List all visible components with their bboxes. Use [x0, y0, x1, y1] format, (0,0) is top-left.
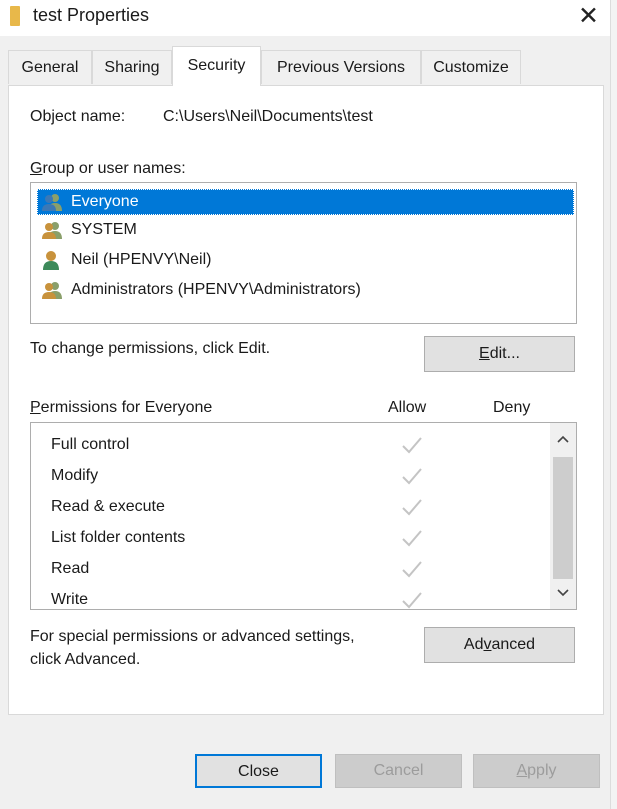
special-permissions-hint-line2: click Advanced.: [30, 651, 141, 668]
deny-column-header: Deny: [493, 399, 531, 416]
background-window-edge: [610, 0, 617, 809]
object-name-value: C:\Users\Neil\Documents\test: [163, 108, 373, 125]
permission-name: Modify: [51, 467, 99, 484]
list-item[interactable]: Everyone: [37, 189, 574, 215]
permissions-listbox[interactable]: Full control Modify Read & execute List …: [30, 422, 577, 610]
chevron-down-icon[interactable]: [556, 585, 570, 599]
check-icon: [402, 561, 422, 578]
permission-row: Read & execute: [51, 493, 551, 523]
user-name: SYSTEM: [71, 221, 137, 238]
users-group-icon: [42, 194, 62, 211]
window-title: test Properties: [33, 5, 150, 25]
tab-general[interactable]: General: [8, 50, 92, 84]
permission-row: Read: [51, 555, 551, 585]
list-item[interactable]: Neil (HPENVY\Neil): [37, 247, 574, 273]
user-name: Administrators (HPENVY\Administrators): [71, 281, 361, 298]
special-permissions-hint: For special permissions or advanced sett…: [30, 628, 355, 645]
check-icon: [402, 468, 422, 485]
user-icon: [43, 251, 59, 270]
list-item[interactable]: SYSTEM: [37, 217, 574, 243]
permission-name: Full control: [51, 436, 130, 453]
advanced-button[interactable]: Advanced: [424, 627, 575, 663]
change-permissions-hint: To change permissions, click Edit.: [30, 340, 271, 357]
close-button[interactable]: Close: [195, 754, 322, 788]
users-group-icon: [42, 222, 62, 239]
object-name-label: Object name:: [30, 108, 126, 125]
permission-name: Write: [51, 591, 89, 608]
permission-row: Write: [51, 586, 551, 609]
permissions-scrollbar[interactable]: [550, 423, 576, 609]
permission-row: Full control: [51, 431, 551, 461]
tab-sharing[interactable]: Sharing: [92, 50, 172, 84]
users-group-icon: [42, 282, 62, 299]
tab-security[interactable]: Security: [172, 46, 261, 86]
check-icon: [402, 592, 422, 609]
permission-row: List folder contents: [51, 524, 551, 554]
check-icon: [402, 437, 422, 454]
folder-icon: [10, 6, 20, 26]
user-name: Everyone: [71, 193, 139, 210]
tab-previous-versions[interactable]: Previous Versions: [261, 50, 421, 84]
group-or-user-names-label: Group or user names:: [30, 160, 186, 177]
check-icon: [402, 499, 422, 516]
permission-name: Read & execute: [51, 498, 165, 515]
cancel-button[interactable]: Cancel: [335, 754, 462, 788]
scrollbar-thumb[interactable]: [553, 457, 573, 579]
user-name: Neil (HPENVY\Neil): [71, 251, 212, 268]
chevron-up-icon[interactable]: [556, 433, 570, 447]
close-icon[interactable]: ✕: [578, 1, 599, 31]
tab-customize[interactable]: Customize: [421, 50, 521, 84]
group-user-listbox[interactable]: Everyone SYSTEM Neil (HPENVY\Neil) Admin…: [30, 182, 577, 324]
check-icon: [402, 530, 422, 547]
permission-name: List folder contents: [51, 529, 186, 546]
apply-button[interactable]: Apply: [473, 754, 600, 788]
edit-button[interactable]: Edit...: [424, 336, 575, 372]
allow-column-header: Allow: [388, 399, 427, 416]
permission-name: Read: [51, 560, 90, 577]
permissions-label: Permissions for Everyone: [30, 399, 213, 416]
list-item[interactable]: Administrators (HPENVY\Administrators): [37, 277, 574, 303]
permission-row: Modify: [51, 462, 551, 492]
